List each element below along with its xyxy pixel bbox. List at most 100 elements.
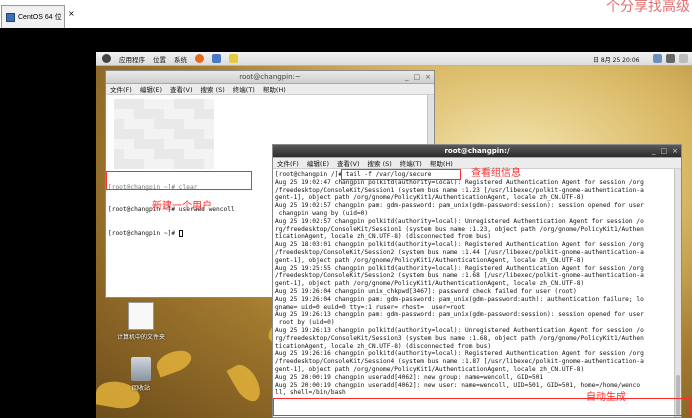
mosaic-cell	[134, 109, 144, 119]
mosaic-cell	[164, 149, 174, 159]
maximize-button[interactable]: □	[414, 73, 421, 81]
log-line: ticationAgent, locale zh_CN.UTF-8) (disc…	[275, 233, 492, 241]
mosaic-cell	[154, 109, 164, 119]
trash-icon	[131, 357, 151, 381]
close-button[interactable]: ×	[672, 147, 678, 155]
panel-menus: 应用程序 位置 系统	[96, 54, 238, 64]
guest-desktop: 应用程序 位置 系统 日 8月 25 20:06 计算机中的文件夹 回收站 ro…	[96, 52, 692, 418]
mosaic-cell	[154, 119, 164, 129]
mosaic-cell	[184, 109, 194, 119]
log-line: Aug 25 19:02:57 changpin polkitd(authori…	[275, 217, 644, 225]
window-controls: _ □ ×	[652, 147, 678, 155]
annotation-box-tail	[341, 169, 461, 180]
mosaic-cell	[134, 149, 144, 159]
menu-file[interactable]: 文件(F)	[110, 84, 132, 94]
menu-edit[interactable]: 编辑(E)	[307, 158, 329, 168]
mosaic-cell	[134, 129, 144, 139]
mail-icon[interactable]	[212, 54, 221, 63]
log-line: Aug 25 19:26:04 changpin pam: gdm-passwo…	[275, 295, 644, 303]
vm-icon	[6, 12, 15, 22]
mosaic-cell	[114, 129, 124, 139]
menu-file[interactable]: 文件(F)	[277, 158, 299, 168]
maximize-button[interactable]: □	[661, 147, 668, 155]
log-line: Aug 25 19:02:47 changpin polkitd(authori…	[275, 178, 644, 186]
notes-icon[interactable]	[229, 54, 238, 63]
mosaic-cell	[144, 149, 154, 159]
mosaic-cell	[174, 109, 184, 119]
mosaic-cell	[194, 139, 204, 149]
menu-places[interactable]: 位置	[153, 54, 166, 64]
menu-view[interactable]: 查看(V)	[337, 158, 360, 168]
menu-search[interactable]: 搜索 (S)	[368, 158, 392, 168]
minimize-button[interactable]: _	[405, 73, 409, 81]
menu-help[interactable]: 帮助(H)	[263, 84, 286, 94]
log-line: Aug 25 19:25:55 changpin polkitd(authori…	[275, 264, 644, 272]
mosaic-cell	[144, 129, 154, 139]
menu-system[interactable]: 系统	[174, 54, 187, 64]
mosaic-cell	[114, 159, 124, 169]
log-line: rg/freedesktop/ConsoleKit/Session1 (syst…	[275, 225, 644, 233]
terminal-output-front[interactable]: [root@changpin /]# tail -f /var/log/secu…	[273, 170, 673, 417]
mosaic-cell	[144, 119, 154, 129]
terminal-window-front[interactable]: root@changpin:/ _ □ × 文件(F) 编辑(E) 查看(V) …	[272, 144, 682, 418]
log-line: /freedesktop/ConsoleKit/Session2 (system…	[275, 272, 644, 280]
mosaic-cell	[124, 159, 134, 169]
mosaic-cell	[204, 159, 214, 169]
volume-icon[interactable]	[666, 54, 675, 63]
menu-terminal[interactable]: 终端(T)	[400, 158, 422, 168]
firefox-icon[interactable]	[195, 54, 204, 63]
mosaic-cell	[114, 119, 124, 129]
user-icon[interactable]	[679, 54, 688, 63]
menu-search[interactable]: 搜索 (S)	[201, 84, 225, 94]
mosaic-cell	[164, 129, 174, 139]
annotation-box-useradd	[106, 171, 252, 190]
mosaic-cell	[124, 129, 134, 139]
document-icon	[128, 302, 154, 330]
desktop-icon-trash[interactable]: 回收站	[111, 357, 171, 392]
window-titlebar[interactable]: root@changpin:~ _ □ ×	[106, 71, 434, 84]
minimize-button[interactable]: _	[652, 147, 656, 155]
annotation-new-user: 新建一个用户	[152, 201, 212, 212]
mosaic-cell	[184, 149, 194, 159]
tab-close-icon[interactable]: ×	[68, 9, 75, 18]
log-line: Aug 25 19:26:04 changpin unix_chkpwd[346…	[275, 287, 577, 295]
network-icon[interactable]	[653, 54, 662, 63]
mosaic-cell	[154, 149, 164, 159]
desktop-icon-files[interactable]: 计算机中的文件夹	[111, 302, 171, 341]
mosaic-cell	[194, 159, 204, 169]
mosaic-cell	[134, 119, 144, 129]
mosaic-cell	[154, 139, 164, 149]
mosaic-cell	[184, 99, 194, 109]
mosaic-cell	[204, 109, 214, 119]
mosaic-cell	[124, 139, 134, 149]
mosaic-cell	[174, 129, 184, 139]
mosaic-cell	[114, 99, 124, 109]
log-line: /freedesktop/ConsoleKit/Session1 (system…	[275, 186, 644, 194]
log-line: Aug 25 20:00:19 changpin useradd[4062]: …	[275, 373, 544, 381]
menu-applications[interactable]: 应用程序	[119, 54, 145, 64]
mosaic-cell	[164, 99, 174, 109]
window-title: root@changpin:/	[444, 147, 510, 155]
close-button[interactable]: ×	[425, 73, 431, 81]
window-menubar: 文件(F) 编辑(E) 查看(V) 搜索 (S) 终端(T) 帮助(H)	[106, 84, 434, 95]
vm-tab[interactable]: CentOS 64 位	[1, 5, 65, 28]
scrollbar[interactable]	[674, 169, 681, 417]
panel-clock[interactable]: 日 8月 25 20:06	[593, 55, 639, 64]
mosaic-cell	[204, 119, 214, 129]
mosaic-cell	[174, 159, 184, 169]
menu-view[interactable]: 查看(V)	[170, 84, 193, 94]
log-line: Aug 25 19:26:13 changpin polkitd(authori…	[275, 326, 644, 334]
menu-terminal[interactable]: 终端(T)	[233, 84, 255, 94]
cursor	[178, 230, 183, 238]
mosaic-cell	[204, 99, 214, 109]
mosaic-cell	[184, 129, 194, 139]
menu-edit[interactable]: 编辑(E)	[140, 84, 162, 94]
corner-watermark: 个分享找高级	[606, 0, 690, 15]
mosaic-cell	[164, 159, 174, 169]
menu-help[interactable]: 帮助(H)	[430, 158, 453, 168]
mosaic-cell	[124, 119, 134, 129]
mosaic-cell	[174, 139, 184, 149]
system-tray	[653, 54, 688, 63]
window-titlebar[interactable]: root@changpin:/ _ □ ×	[273, 145, 681, 158]
mosaic-cell	[124, 149, 134, 159]
